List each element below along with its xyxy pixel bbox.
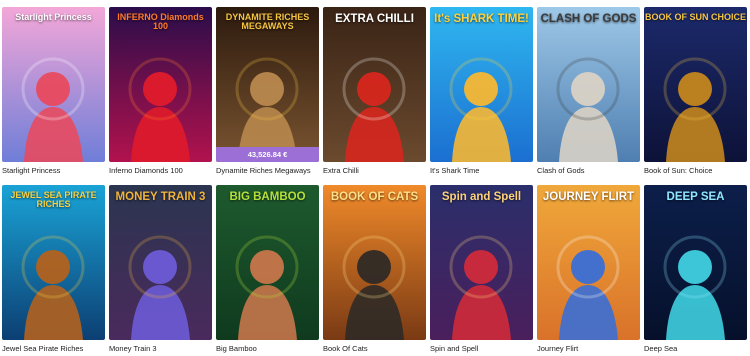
game-tile[interactable]: JOURNEY FLIRT Journey Flirt [537, 185, 640, 353]
game-thumbnail[interactable]: BIG BAMBOO [216, 185, 319, 340]
game-tile[interactable]: MONEY TRAIN 3 Money Train 3 [109, 185, 212, 353]
game-logo: MONEY TRAIN 3 [115, 191, 206, 203]
game-thumbnail[interactable]: CLASH OF GODS [537, 7, 640, 162]
game-title[interactable]: Money Train 3 [109, 344, 212, 353]
character-head [36, 250, 70, 284]
game-artwork [109, 185, 212, 340]
game-title[interactable]: Clash of Gods [537, 166, 640, 175]
game-thumbnail[interactable]: BOOK OF SUN CHOICE [644, 7, 747, 162]
game-logo: JEWEL SEA PIRATE RICHES [10, 190, 97, 210]
game-artwork [323, 7, 426, 162]
game-logo: BOOK OF SUN CHOICE [644, 12, 746, 22]
game-logo: EXTRA CHILLI [335, 13, 414, 25]
character-head [36, 72, 70, 106]
game-logo: DEEP SEA [666, 191, 725, 203]
game-artwork [216, 185, 319, 340]
game-title[interactable]: Inferno Diamonds 100 [109, 166, 212, 175]
game-thumbnail[interactable]: DYNAMITE RICHES MEGAWAYS 43,526.84 € [216, 7, 319, 162]
character-head [464, 250, 498, 284]
game-thumbnail[interactable]: JOURNEY FLIRT [537, 185, 640, 340]
game-thumbnail[interactable]: MONEY TRAIN 3 [109, 185, 212, 340]
character-head [143, 250, 177, 284]
game-tile[interactable]: DEEP SEA Deep Sea [644, 185, 747, 353]
game-artwork [323, 185, 426, 340]
character-head [357, 250, 391, 284]
game-title[interactable]: Dynamite Riches Megaways [216, 166, 319, 175]
game-artwork [430, 7, 533, 162]
game-tile[interactable]: DYNAMITE RICHES MEGAWAYS 43,526.84 € Dynam… [216, 7, 319, 175]
game-tile[interactable]: BOOK OF SUN CHOICE Book of Sun: Choice [644, 7, 747, 175]
game-title[interactable]: Jewel Sea Pirate Riches [2, 344, 105, 353]
character-head [571, 72, 605, 106]
game-logo: BIG BAMBOO [229, 191, 306, 203]
game-grid: Starlight Princess Starlight Princess INF… [0, 0, 750, 356]
game-artwork [537, 7, 640, 162]
character-head [357, 72, 391, 106]
character-head [250, 72, 284, 106]
game-logo: CLASH OF GODS [540, 13, 637, 25]
game-thumbnail[interactable]: DEEP SEA [644, 185, 747, 340]
game-logo: Starlight Princess [15, 12, 92, 22]
game-thumbnail[interactable]: Spin and Spell [430, 185, 533, 340]
game-title[interactable]: Journey Flirt [537, 344, 640, 353]
game-tile[interactable]: BIG BAMBOO Big Bamboo [216, 185, 319, 353]
jackpot-badge: 43,526.84 € [216, 147, 319, 162]
game-tile[interactable]: JEWEL SEA PIRATE RICHES Jewel Sea Pirate … [2, 185, 105, 353]
game-tile[interactable]: BOOK OF CATS Book Of Cats [323, 185, 426, 353]
game-thumbnail[interactable]: INFERNO Diamonds 100 [109, 7, 212, 162]
game-thumbnail[interactable]: It's SHARK TIME! [430, 7, 533, 162]
game-tile[interactable]: INFERNO Diamonds 100 Inferno Diamonds 100 [109, 7, 212, 175]
character-head [143, 72, 177, 106]
game-thumbnail[interactable]: JEWEL SEA PIRATE RICHES [2, 185, 105, 340]
game-title[interactable]: Book Of Cats [323, 344, 426, 353]
game-logo: It's SHARK TIME! [434, 13, 529, 25]
game-thumbnail[interactable]: EXTRA CHILLI [323, 7, 426, 162]
game-artwork [537, 185, 640, 340]
game-title[interactable]: Starlight Princess [2, 166, 105, 175]
game-artwork [644, 7, 747, 162]
character-head [678, 72, 712, 106]
game-tile[interactable]: EXTRA CHILLI Extra Chilli [323, 7, 426, 175]
game-artwork [2, 7, 105, 162]
game-title[interactable]: Extra Chilli [323, 166, 426, 175]
game-artwork [644, 185, 747, 340]
game-title[interactable]: Book of Sun: Choice [644, 166, 747, 175]
game-logo: BOOK OF CATS [330, 191, 419, 203]
game-artwork [430, 185, 533, 340]
character-head [571, 250, 605, 284]
game-logo: INFERNO Diamonds 100 [117, 12, 204, 32]
game-tile[interactable]: Spin and Spell Spin and Spell [430, 185, 533, 353]
character-head [678, 250, 712, 284]
game-tile[interactable]: Starlight Princess Starlight Princess [2, 7, 105, 175]
game-title[interactable]: Big Bamboo [216, 344, 319, 353]
game-logo: Spin and Spell [441, 191, 522, 203]
game-title[interactable]: Deep Sea [644, 344, 747, 353]
game-logo: DYNAMITE RICHES MEGAWAYS [225, 12, 310, 32]
game-logo: JOURNEY FLIRT [542, 191, 635, 203]
game-thumbnail[interactable]: BOOK OF CATS [323, 185, 426, 340]
game-thumbnail[interactable]: Starlight Princess [2, 7, 105, 162]
game-tile[interactable]: It's SHARK TIME! It's Shark Time [430, 7, 533, 175]
character-head [250, 250, 284, 284]
game-title[interactable]: It's Shark Time [430, 166, 533, 175]
character-head [464, 72, 498, 106]
game-title[interactable]: Spin and Spell [430, 344, 533, 353]
game-tile[interactable]: CLASH OF GODS Clash of Gods [537, 7, 640, 175]
